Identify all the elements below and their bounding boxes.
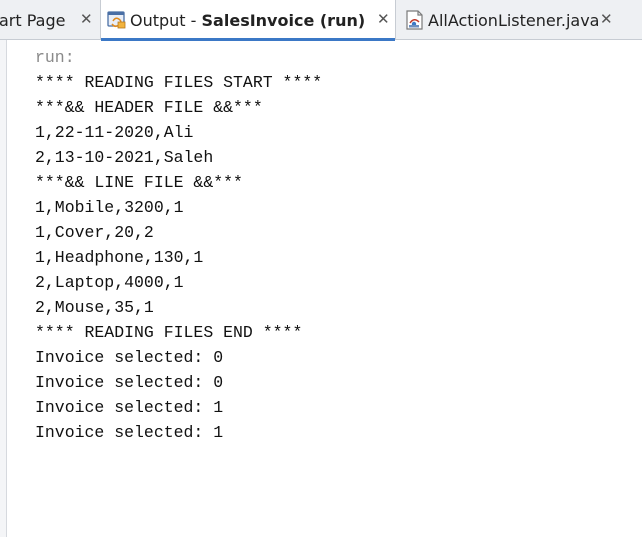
console-line: Invoice selected: 1: [35, 423, 224, 442]
close-icon[interactable]: ✕: [377, 11, 390, 27]
console-line: **** READING FILES START ****: [35, 73, 323, 92]
console-line: **** READING FILES END ****: [35, 323, 303, 342]
console-line: Invoice selected: 0: [35, 348, 224, 367]
console-line: 1,Headphone,130,1: [35, 248, 204, 267]
close-icon[interactable]: ✕: [80, 11, 93, 27]
editor-tab-bar: art Page ✕ Output - SalesInvoice (run) ✕: [0, 0, 642, 41]
tab-output-prefix: Output -: [130, 10, 202, 30]
output-console[interactable]: run: **** READING FILES START **** ***&&…: [35, 45, 322, 445]
tab-start-page[interactable]: art Page ✕: [0, 0, 97, 40]
console-line: 1,Mobile,3200,1: [35, 198, 184, 217]
java-file-icon: [404, 9, 426, 31]
console-line: Invoice selected: 1: [35, 398, 224, 417]
tab-output-label: Output - SalesInvoice (run): [130, 11, 365, 30]
console-line: 2,Laptop,4000,1: [35, 273, 184, 292]
console-line: ***&& LINE FILE &&***: [35, 173, 243, 192]
tab-output-project: SalesInvoice (run): [201, 10, 366, 30]
console-line: Invoice selected: 0: [35, 373, 224, 392]
console-line: 1,22-11-2020,Ali: [35, 123, 194, 142]
console-line: 2,13-10-2021,Saleh: [35, 148, 214, 167]
close-icon[interactable]: ✕: [600, 11, 613, 27]
console-line: ***&& HEADER FILE &&***: [35, 98, 263, 117]
tab-start-page-label: art Page: [0, 10, 66, 30]
tab-java-label: AllActionListener.java: [428, 10, 600, 30]
output-console-icon: [106, 9, 128, 31]
console-line: 1,Cover,20,2: [35, 223, 154, 242]
console-line: 2,Mouse,35,1: [35, 298, 154, 317]
tab-output[interactable]: Output - SalesInvoice (run) ✕: [100, 0, 396, 41]
output-gutter: [0, 40, 7, 537]
tab-all-action-listener[interactable]: AllActionListener.java ✕: [398, 0, 642, 40]
console-line: run:: [35, 48, 75, 67]
